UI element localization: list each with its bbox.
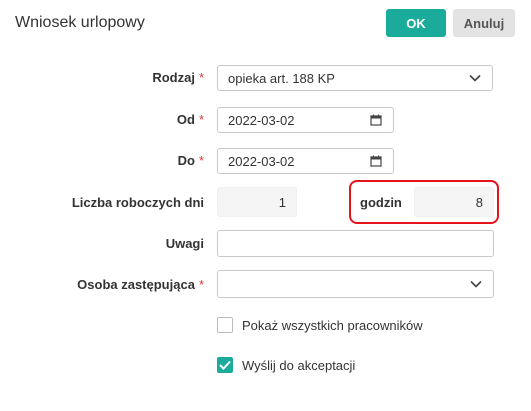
required-marker: * xyxy=(198,70,204,85)
liczba-dni-label: Liczba roboczych dni xyxy=(71,195,204,210)
uwagi-label: Uwagi xyxy=(165,236,204,251)
required-marker: * xyxy=(198,112,204,127)
ok-button[interactable]: OK xyxy=(386,9,446,37)
rodzaj-label: Rodzaj * xyxy=(100,70,204,85)
required-marker: * xyxy=(198,153,204,168)
calendar-icon[interactable] xyxy=(369,113,383,127)
cancel-button[interactable]: Anuluj xyxy=(453,9,515,37)
osoba-label: Osoba zastępująca * xyxy=(40,277,204,292)
godzin-value: 8 xyxy=(414,187,494,217)
do-label-text: Do xyxy=(177,153,195,168)
do-value: 2022-03-02 xyxy=(228,153,295,169)
chevron-down-icon xyxy=(469,277,483,291)
osoba-select[interactable] xyxy=(217,270,494,298)
rodzaj-select[interactable]: opieka art. 188 KP xyxy=(217,65,493,91)
uwagi-input[interactable] xyxy=(217,230,494,257)
rodzaj-label-text: Rodzaj xyxy=(152,70,195,85)
calendar-icon[interactable] xyxy=(369,154,383,168)
wyslij-label[interactable]: Wyślij do akceptacji xyxy=(242,358,355,373)
check-icon xyxy=(219,360,231,370)
do-date-input[interactable]: 2022-03-02 xyxy=(217,148,394,174)
do-label: Do * xyxy=(100,153,204,168)
rodzaj-value: opieka art. 188 KP xyxy=(228,70,335,86)
pokaz-checkbox[interactable] xyxy=(217,317,233,333)
pokaz-label[interactable]: Pokaż wszystkich pracowników xyxy=(242,318,423,333)
od-value: 2022-03-02 xyxy=(228,112,295,128)
wyslij-checkbox[interactable] xyxy=(217,357,233,373)
od-label: Od * xyxy=(100,112,204,127)
godzin-label: godzin xyxy=(360,195,402,210)
od-date-input[interactable]: 2022-03-02 xyxy=(217,107,394,133)
od-label-text: Od xyxy=(176,112,195,127)
liczba-dni-value: 1 xyxy=(217,187,297,217)
osoba-label-text: Osoba zastępująca xyxy=(77,277,195,292)
dialog-title: Wniosek urlopowy xyxy=(15,14,145,31)
chevron-down-icon xyxy=(468,71,482,85)
required-marker: * xyxy=(198,277,204,292)
